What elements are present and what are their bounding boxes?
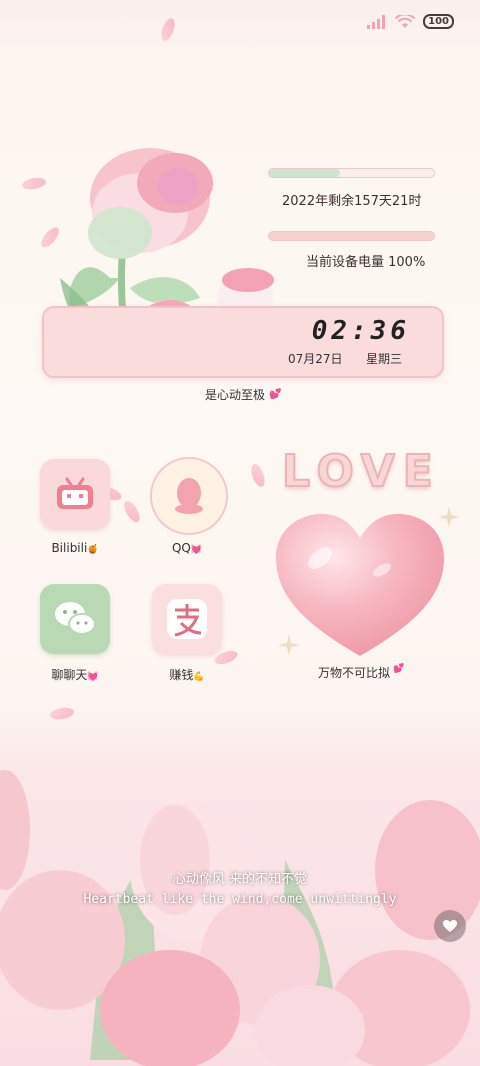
subtitle-english: Heartbeat like the wind,come unwittingly bbox=[83, 892, 397, 907]
app-label-money: 赚钱💪 bbox=[137, 666, 237, 683]
petal-decoration bbox=[248, 462, 268, 489]
tagline: 是心动至极 💕 bbox=[205, 386, 281, 403]
battery-level-text: 当前设备电量 100% bbox=[306, 255, 426, 270]
heart-caption-text: 万物不可比拟 bbox=[318, 666, 391, 680]
app-label-text: 聊聊天 bbox=[51, 668, 88, 682]
app-label-bilibili: Bilibili🍯 bbox=[25, 541, 125, 555]
heart-emoji-icon: 💓 bbox=[87, 672, 99, 682]
battery-progress-fill bbox=[269, 232, 434, 240]
app-label-chat: 聊聊天💓 bbox=[25, 666, 125, 683]
penguin-icon bbox=[175, 478, 203, 514]
clock-weekday: 星期三 bbox=[366, 352, 403, 366]
battery-progress-bar bbox=[268, 231, 435, 241]
app-bilibili[interactable] bbox=[40, 459, 110, 529]
muscle-emoji-icon: 💪 bbox=[193, 672, 205, 682]
bee-emoji-icon: 🍯 bbox=[87, 545, 99, 555]
floating-favorite-button[interactable] bbox=[434, 910, 466, 942]
app-label-text: Bilibili bbox=[51, 541, 88, 555]
heart-illustration[interactable] bbox=[272, 510, 448, 660]
clock-date: 07月27日 bbox=[288, 352, 343, 366]
year-progress-bar bbox=[268, 168, 435, 178]
battery-indicator: 100 bbox=[423, 14, 454, 29]
signal-icon bbox=[367, 14, 386, 29]
petal-decoration bbox=[212, 648, 240, 667]
app-label-qq: QQ💓 bbox=[137, 541, 237, 555]
tv-icon bbox=[57, 477, 93, 509]
heart-emoji-icon: 💓 bbox=[190, 545, 203, 555]
tagline-text: 是心动至极 bbox=[205, 388, 266, 402]
status-bar: 100 bbox=[367, 14, 454, 29]
heart-emoji-icon: 💕 bbox=[393, 664, 405, 674]
love-title: LOVE bbox=[281, 445, 441, 498]
app-label-text: 赚钱 bbox=[169, 668, 194, 682]
wechat-icon bbox=[55, 602, 96, 635]
tulip-illustration bbox=[0, 770, 480, 1066]
year-remaining-text: 2022年剩余157天21时 bbox=[282, 194, 422, 209]
heart-caption: 万物不可比拟 💕 bbox=[318, 664, 404, 681]
alipay-icon bbox=[167, 599, 207, 639]
clock-widget[interactable]: 02:36 07月27日 星期三 bbox=[42, 306, 444, 378]
app-alipay[interactable] bbox=[152, 584, 222, 654]
wifi-icon bbox=[395, 14, 416, 28]
petal-decoration bbox=[121, 498, 143, 525]
petal-decoration bbox=[49, 705, 75, 722]
app-label-text: QQ bbox=[171, 541, 191, 555]
clock-time: 02:36 bbox=[311, 316, 410, 346]
heart-icon bbox=[443, 920, 457, 932]
app-wechat[interactable] bbox=[40, 584, 110, 654]
year-progress-fill bbox=[269, 169, 340, 177]
petal-decoration bbox=[158, 16, 178, 43]
subtitle-chinese: 心动像风 来的不知不觉 bbox=[172, 872, 308, 887]
app-qq[interactable] bbox=[150, 457, 228, 535]
heart-emoji-icon: 💕 bbox=[269, 389, 282, 400]
